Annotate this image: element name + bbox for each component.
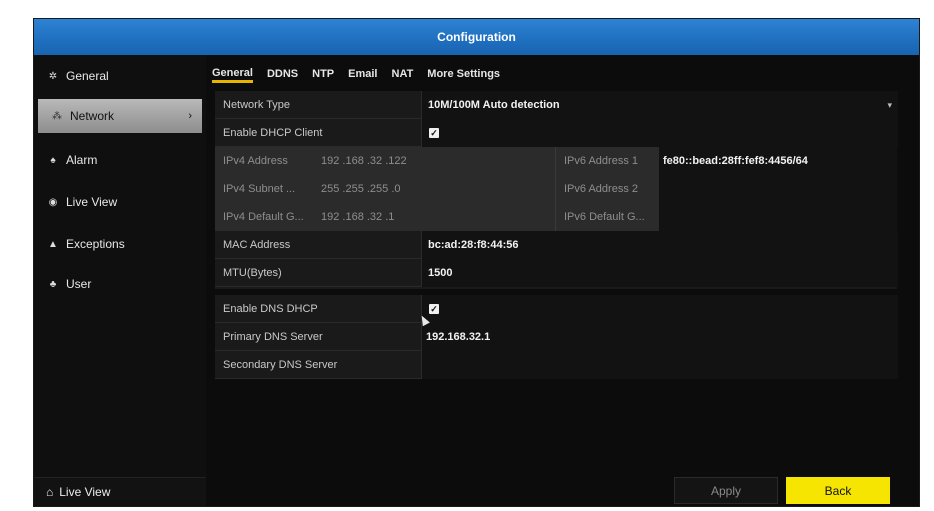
bell-icon: ♠ bbox=[50, 154, 56, 166]
network-settings-panel: Network Type 10M/100M Auto detection ▾ E… bbox=[215, 91, 898, 289]
ipv6-gateway-field[interactable] bbox=[659, 203, 897, 231]
mtu-value: 1500 bbox=[428, 267, 453, 279]
mac-address-value: bc:ad:28:f8:44:56 bbox=[428, 239, 519, 251]
enable-dhcp-label: Enable DHCP Client bbox=[223, 127, 323, 139]
tab-nat[interactable]: NAT bbox=[392, 68, 414, 83]
enable-dns-dhcp-checkbox[interactable]: ✓ bbox=[429, 304, 439, 314]
tab-ddns[interactable]: DDNS bbox=[267, 68, 298, 83]
network-type-select[interactable]: 10M/100M Auto detection ▾ bbox=[421, 91, 898, 119]
ipv4-address-value: 192 .168 .32 .122 bbox=[321, 155, 407, 167]
mac-address-row: MAC Address bc:ad:28:f8:44:56 bbox=[215, 231, 898, 259]
sidebar-item-live-view[interactable]: ◉ Live View bbox=[34, 185, 206, 219]
mac-address-label: MAC Address bbox=[223, 239, 291, 251]
secondary-dns-label: Secondary DNS Server bbox=[223, 359, 338, 371]
ipv4-gateway-field: IPv4 Default G... 192 .168 .32 .1 bbox=[215, 203, 555, 231]
sidebar-item-label: General bbox=[66, 69, 109, 83]
ipv6-address1-field[interactable]: fe80::bead:28ff:fef8:4456/64 bbox=[659, 147, 897, 175]
live-view-button[interactable]: ⌂ Live View bbox=[34, 477, 206, 506]
ipv4-subnet-field: IPv4 Subnet ... 255 .255 .255 .0 bbox=[215, 175, 555, 203]
chevron-right-icon: › bbox=[188, 110, 192, 122]
secondary-dns-input[interactable] bbox=[421, 351, 898, 379]
enable-dhcp-cell bbox=[421, 119, 898, 147]
enable-dns-dhcp-cell bbox=[421, 295, 898, 323]
ipv4-gateway-row: IPv4 Default G... 192 .168 .32 .1 IPv6 D… bbox=[215, 203, 897, 231]
sidebar-item-exceptions[interactable]: ▲ Exceptions bbox=[34, 227, 206, 261]
sidebar-item-label: User bbox=[66, 277, 92, 291]
eye-icon: ◉ bbox=[48, 196, 58, 208]
ipv4-subnet-value: 255 .255 .255 .0 bbox=[321, 183, 401, 195]
ipv4-subnet-row: IPv4 Subnet ... 255 .255 .255 .0 IPv6 Ad… bbox=[215, 175, 897, 203]
enable-dhcp-row: Enable DHCP Client ✓ bbox=[215, 119, 898, 147]
sidebar-item-label: Network bbox=[70, 109, 115, 123]
ipv6-gateway-label: IPv6 Default G... bbox=[564, 211, 645, 223]
mtu-input[interactable]: 1500 bbox=[421, 259, 898, 287]
primary-dns-value: 192.168.32.1 bbox=[426, 331, 491, 343]
warning-icon: ▲ bbox=[48, 238, 58, 250]
enable-dns-dhcp-label: Enable DNS DHCP bbox=[223, 303, 318, 315]
tab-general[interactable]: General bbox=[212, 67, 253, 83]
tab-email[interactable]: Email bbox=[348, 68, 377, 83]
sidebar-item-general[interactable]: ✲ General bbox=[34, 59, 206, 93]
home-icon: ⌂ bbox=[46, 485, 54, 499]
network-type-label: Network Type bbox=[223, 99, 291, 111]
ipv6-address2-field[interactable] bbox=[659, 175, 897, 203]
sidebar-item-alarm[interactable]: ♠ Alarm bbox=[34, 143, 206, 177]
enable-dhcp-checkbox[interactable]: ✓ bbox=[429, 128, 439, 138]
sidebar-item-network[interactable]: ⁂ Network › bbox=[38, 99, 202, 133]
primary-dns-label: Primary DNS Server bbox=[223, 331, 323, 343]
mac-address-cell: bc:ad:28:f8:44:56 bbox=[421, 231, 898, 259]
tab-more-settings[interactable]: More Settings bbox=[427, 68, 500, 83]
sidebar-item-label: Alarm bbox=[66, 153, 98, 167]
sidebar-item-label: Exceptions bbox=[66, 237, 125, 251]
sidebar-item-user[interactable]: ♣ User bbox=[34, 267, 206, 301]
apply-button[interactable]: Apply bbox=[674, 477, 778, 504]
ipv4-subnet-label: IPv4 Subnet ... bbox=[223, 183, 296, 195]
ipv6-address1-label: IPv6 Address 1 bbox=[564, 155, 638, 167]
configuration-window: Configuration ✲ General ⁂ Network › ♠ Al… bbox=[33, 18, 920, 507]
users-icon: ♣ bbox=[49, 278, 57, 290]
network-type-row: Network Type 10M/100M Auto detection ▾ bbox=[215, 91, 898, 119]
primary-dns-input[interactable]: 192.168.32.1 bbox=[421, 323, 898, 351]
ipv6-address1-value: fe80::bead:28ff:fef8:4456/64 bbox=[663, 155, 808, 167]
ipv6-address2-label: IPv6 Address 2 bbox=[564, 183, 638, 195]
dns-settings-panel: Enable DNS DHCP ✓ Primary DNS Server 192… bbox=[215, 295, 898, 379]
ipv4-address-label: IPv4 Address bbox=[223, 155, 288, 167]
network-icon: ⁂ bbox=[52, 110, 62, 122]
tab-bar: General DDNS NTP Email NAT More Settings bbox=[212, 59, 514, 83]
live-view-label: Live View bbox=[59, 485, 111, 499]
ipv4-gateway-value: 192 .168 .32 .1 bbox=[321, 211, 395, 223]
enable-dns-dhcp-row: Enable DNS DHCP ✓ bbox=[215, 295, 898, 323]
mtu-row: MTU(Bytes) 1500 bbox=[215, 259, 898, 287]
window-title: Configuration bbox=[34, 19, 919, 55]
ipv4-address-row: IPv4 Address 192 .168 .32 .122 IPv6 Addr… bbox=[215, 147, 897, 175]
sidebar: ✲ General ⁂ Network › ♠ Alarm ◉ Live Vie… bbox=[34, 55, 206, 506]
sidebar-item-label: Live View bbox=[66, 195, 118, 209]
gear-icon: ✲ bbox=[48, 70, 58, 82]
mtu-label: MTU(Bytes) bbox=[223, 267, 282, 279]
network-type-value: 10M/100M Auto detection bbox=[428, 99, 560, 111]
back-button[interactable]: Back bbox=[786, 477, 890, 504]
secondary-dns-row: Secondary DNS Server bbox=[215, 351, 898, 379]
tab-ntp[interactable]: NTP bbox=[312, 68, 334, 83]
ipv4-gateway-label: IPv4 Default G... bbox=[223, 211, 304, 223]
chevron-down-icon: ▾ bbox=[887, 100, 892, 110]
primary-dns-row: Primary DNS Server 192.168.32.1 bbox=[215, 323, 898, 351]
ipv4-address-field: IPv4 Address 192 .168 .32 .122 bbox=[215, 147, 555, 175]
